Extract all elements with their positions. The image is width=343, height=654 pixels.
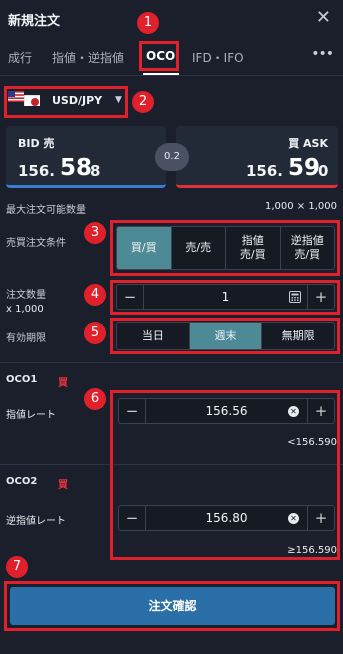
quantity-label: 注文数量 <box>6 290 46 301</box>
header-bar: 新規注文 ✕ <box>0 0 343 38</box>
order-type-tabs: 成行 指値・逆指値 OCO IFD・IFO ••• <box>0 38 343 76</box>
section-divider <box>0 464 343 465</box>
condition-limit-sell-buy[interactable]: 指値 売/買 <box>226 227 281 269</box>
bid-price-pip: 8 <box>90 162 101 180</box>
validity-weekend[interactable]: 週末 <box>189 323 263 349</box>
condition-buy-buy[interactable]: 買/買 <box>117 227 172 269</box>
oco1-rate-label: 指値レート <box>6 410 56 421</box>
validity-indefinite[interactable]: 無期限 <box>262 323 334 349</box>
oco1-minus-button[interactable]: − <box>119 402 145 420</box>
oco2-clear-icon[interactable]: ✕ <box>288 513 299 524</box>
quantity-input[interactable]: 1 <box>143 285 308 309</box>
oco2-rate-stepper: − 156.80 ✕ + <box>118 505 335 531</box>
validity-label: 有効期限 <box>6 333 46 344</box>
callout-badge-6: 6 <box>84 388 106 410</box>
oco1-plus-button[interactable]: + <box>308 402 334 420</box>
callout-badge-7: 7 <box>6 556 28 578</box>
bid-price-main: 58 <box>60 155 93 181</box>
quantity-minus-button[interactable]: − <box>117 288 143 306</box>
condition-sell-sell[interactable]: 売/売 <box>172 227 226 269</box>
callout-badge-3: 3 <box>84 222 106 244</box>
oco1-condition: <156.590 <box>287 437 337 448</box>
ask-price-prefix: 156. <box>246 162 284 180</box>
callout-badge-2: 2 <box>132 91 154 113</box>
buy-sell-condition-selector: 買/買 売/売 指値 売/買 逆指値 売/買 <box>116 226 335 270</box>
oco1-side-badge: 買 <box>58 378 68 389</box>
page-title: 新規注文 <box>8 14 61 29</box>
validity-selector: 当日 週末 無期限 <box>116 322 335 350</box>
buy-sell-condition-label: 売買注文条件 <box>6 238 66 249</box>
quantity-value: 1 <box>221 290 230 304</box>
oco2-rate-input[interactable]: 156.80 ✕ <box>145 506 308 530</box>
oco1-rate-stepper: − 156.56 ✕ + <box>118 398 335 424</box>
tab-ifd-ifo[interactable]: IFD・IFO <box>192 49 244 66</box>
max-order-label: 最大注文可能数量 <box>6 205 86 216</box>
close-icon[interactable]: ✕ <box>316 7 331 28</box>
oco2-condition: ≥156.590 <box>287 545 337 556</box>
oco2-title: OCO2 <box>6 476 38 487</box>
quantity-plus-button[interactable]: + <box>308 288 334 306</box>
callout-badge-1: 1 <box>137 12 159 34</box>
bid-price-prefix: 156. <box>18 162 56 180</box>
chevron-down-icon: ▼ <box>115 95 122 105</box>
callout-badge-4: 4 <box>84 284 106 306</box>
order-confirm-button[interactable]: 注文確認 <box>10 587 335 625</box>
oco1-rate-input[interactable]: 156.56 ✕ <box>145 399 308 423</box>
section-divider <box>0 362 343 363</box>
condition-stop-sell-buy[interactable]: 逆指値 売/買 <box>281 227 335 269</box>
bid-label: BID 売 <box>18 137 55 150</box>
oco1-clear-icon[interactable]: ✕ <box>288 406 299 417</box>
tab-market[interactable]: 成行 <box>8 49 32 66</box>
currency-pair-selector[interactable]: USD/JPY ▼ <box>8 89 126 115</box>
tab-oco[interactable]: OCO <box>146 49 175 63</box>
tab-active-indicator <box>143 73 179 75</box>
calculator-icon[interactable] <box>289 291 301 303</box>
oco1-rate-value: 156.56 <box>205 404 248 418</box>
max-order-value: 1,000 × 1,000 <box>265 201 337 212</box>
validity-today[interactable]: 当日 <box>117 323 190 349</box>
oco2-minus-button[interactable]: − <box>119 509 145 527</box>
bid-panel[interactable]: BID 売 156. 58 8 <box>6 126 166 188</box>
more-icon[interactable]: ••• <box>311 46 334 62</box>
jp-flag-icon <box>24 95 40 106</box>
currency-pair-label: USD/JPY <box>52 94 103 107</box>
oco2-rate-value: 156.80 <box>205 511 248 525</box>
ask-price-pip: 0 <box>318 162 329 180</box>
ask-price-main: 59 <box>288 155 321 181</box>
oco2-side-badge: 買 <box>58 480 68 491</box>
oco2-plus-button[interactable]: + <box>308 509 334 527</box>
callout-badge-5: 5 <box>84 322 106 344</box>
us-flag-icon <box>8 91 24 102</box>
quantity-unit: x 1,000 <box>6 304 44 315</box>
ask-panel[interactable]: 買 ASK 156. 59 0 <box>176 126 338 188</box>
tab-limit-stop[interactable]: 指値・逆指値 <box>52 49 124 66</box>
ask-label: 買 ASK <box>288 137 328 150</box>
quantity-stepper: − 1 + <box>116 284 335 310</box>
oco1-title: OCO1 <box>6 374 38 385</box>
spread-badge: 0.2 <box>155 143 189 171</box>
oco2-rate-label: 逆指値レート <box>6 516 66 527</box>
